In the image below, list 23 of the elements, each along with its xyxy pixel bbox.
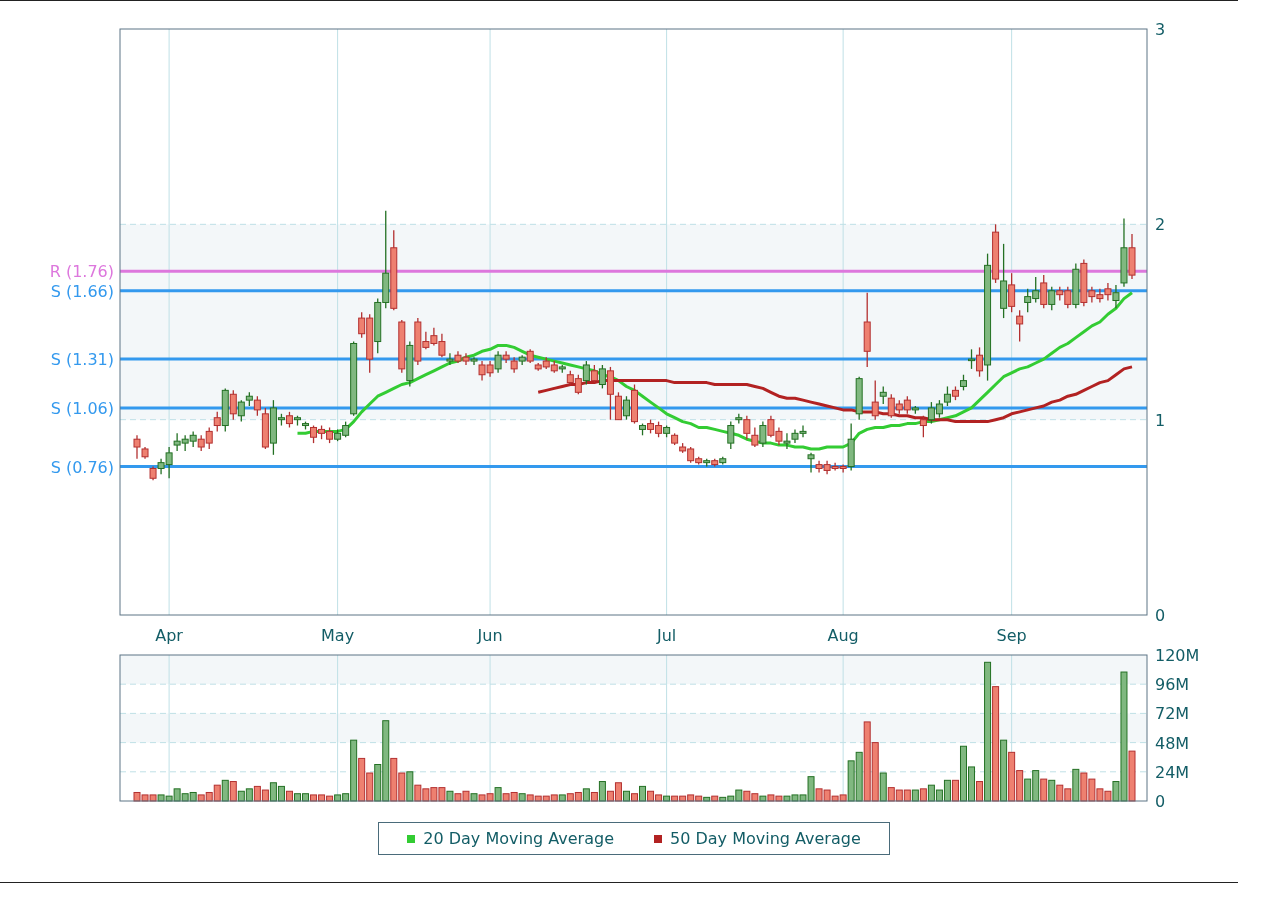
axis-tick-label: 24M [1155,762,1190,782]
axis-tick-label: 120M [1155,649,1200,665]
axis-tick-label: 0 [1155,606,1166,625]
level-label: R (1.76) [49,262,114,282]
level-label: S (1.06) [50,398,114,418]
level-label: S (1.66) [50,281,114,301]
axis-tick-label: 1 [1155,410,1166,430]
axis-tick-label: 3 [1155,20,1166,39]
level-label: S (1.31) [50,350,114,370]
level-label: S (0.76) [50,457,114,477]
axis-tick-label: Jun [477,626,503,645]
axis-tick-label: Aug [827,626,859,645]
axis-tick-label: Apr [155,626,183,645]
axis-tick-label: 48M [1155,733,1190,753]
axis-tick-label: May [321,626,355,645]
axis-tick-label: Jul [656,626,677,645]
axis-tick-label: Sep [996,626,1027,645]
axis-tick-label: 0 [1155,792,1166,809]
legend-label: 20 Day Moving Average [423,829,614,848]
legend-label: 50 Day Moving Average [670,829,861,848]
axis-tick-label: 96M [1155,675,1190,695]
axis-tick-label: 2 [1155,215,1166,235]
axis-tick-label: 72M [1155,704,1190,724]
